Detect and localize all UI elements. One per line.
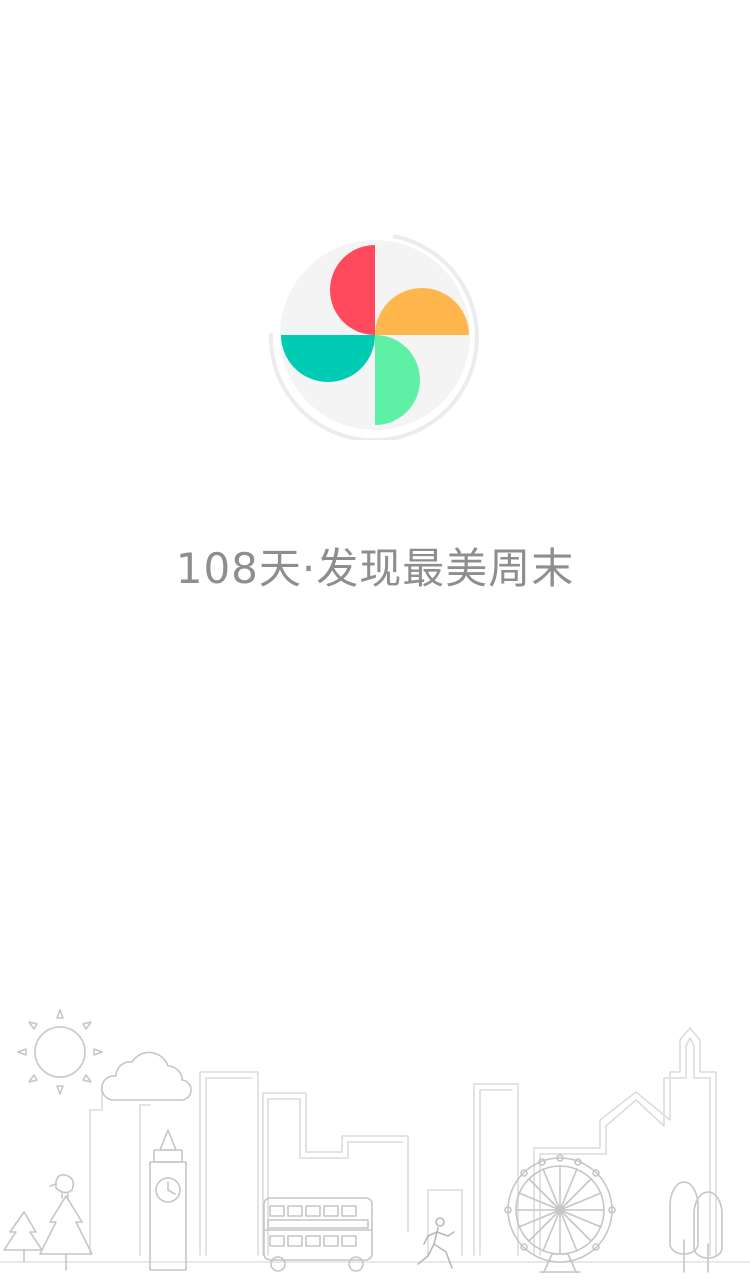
ferris-wheel-icon (504, 1154, 616, 1273)
bird-icon (49, 1174, 75, 1199)
runner-icon (417, 1217, 455, 1269)
sun-icon (17, 1009, 103, 1095)
clock-tower-icon (149, 1129, 187, 1271)
pinwheel-logo-icon (268, 234, 479, 440)
round-tree-icon (669, 1181, 723, 1273)
splash-screen: 108天·发现最美周末 (0, 0, 750, 1280)
city-skyline-illustration-icon (0, 1009, 750, 1273)
building-outlines (89, 1027, 717, 1256)
pine-tree-icon (3, 1195, 93, 1271)
cloud-icon (101, 1051, 192, 1101)
app-tagline: 108天·发现最美周末 (175, 544, 575, 593)
bus-icon (263, 1197, 373, 1272)
